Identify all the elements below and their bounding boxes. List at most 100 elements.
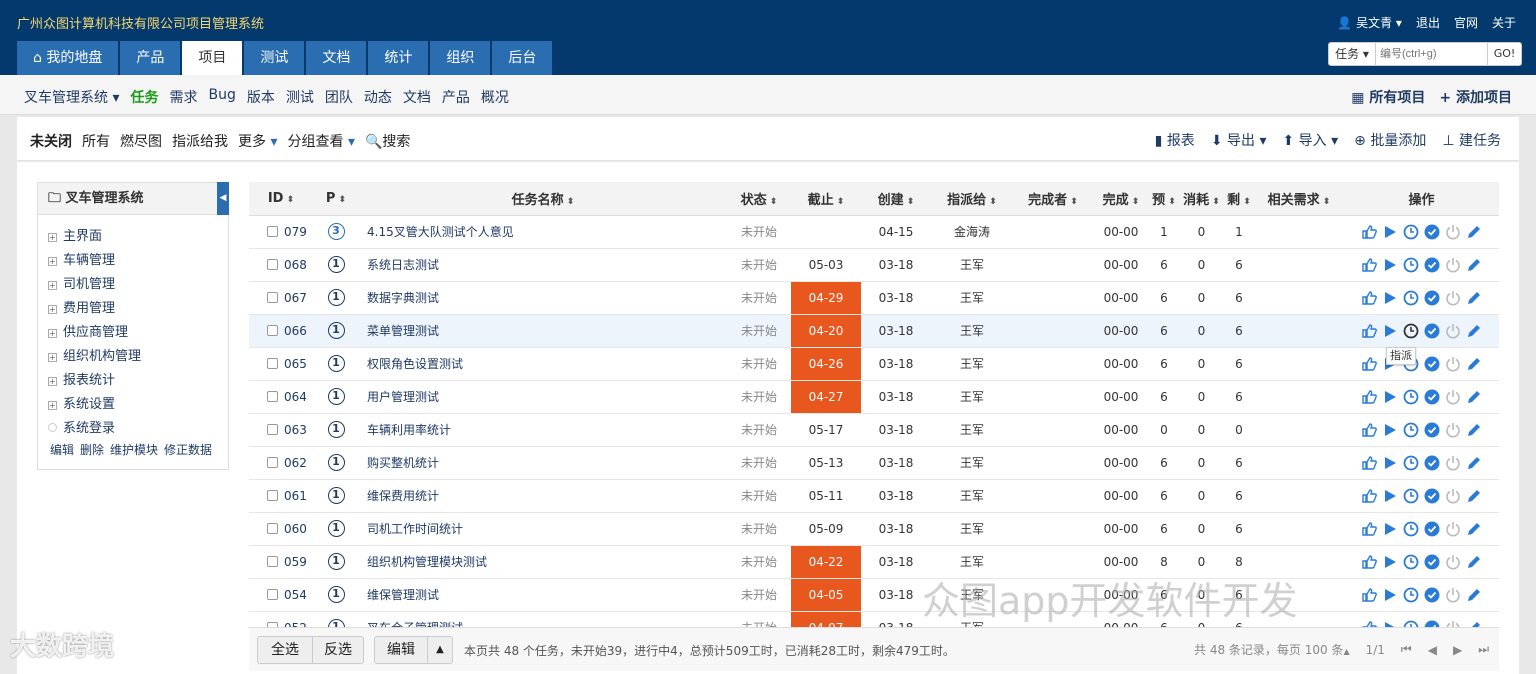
- table-row[interactable]: 062 1 购买整机统计 未开始 05-13 03-18 王军 00-00 6 0 6: [249, 446, 1499, 480]
- record-clock-icon[interactable]: [1403, 422, 1419, 438]
- expand-icon[interactable]: +: [48, 257, 57, 266]
- burndown-link[interactable]: 燃尽图: [120, 131, 162, 151]
- edit-pencil-icon[interactable]: [1466, 356, 1482, 372]
- column-header-consumed[interactable]: 消耗 ⬍: [1179, 182, 1224, 216]
- expand-icon[interactable]: +: [48, 353, 57, 362]
- project-switcher[interactable]: 叉车管理系统 ▾: [24, 87, 119, 107]
- row-checkbox[interactable]: [267, 258, 278, 270]
- task-id-link[interactable]: 067: [284, 291, 307, 305]
- table-row[interactable]: 066 1 菜单管理测试 未开始 04-20 03-18 王军 00-00 6 0 6: [249, 314, 1499, 348]
- table-row[interactable]: 063 1 车辆利用率统计 未开始 05-17 03-18 王军 00-00 0 0 0: [249, 413, 1499, 447]
- main-nav-project[interactable]: 项目: [182, 41, 243, 75]
- assign-thumb-icon[interactable]: [1361, 257, 1377, 273]
- table-row[interactable]: 067 1 数据字典测试 未开始 04-29 03-18 王军 00-00 6 0 6: [249, 281, 1499, 315]
- row-checkbox[interactable]: [267, 555, 278, 567]
- column-header-id[interactable]: ID ⬍: [249, 182, 313, 216]
- close-power-icon[interactable]: [1445, 257, 1461, 273]
- edit-pencil-icon[interactable]: [1466, 224, 1482, 240]
- delete-module-link[interactable]: 删除: [80, 441, 104, 458]
- main-nav-admin[interactable]: 后台: [492, 41, 553, 75]
- main-nav-doc[interactable]: 文档: [306, 41, 367, 75]
- column-header-deadline[interactable]: 截止 ⬍: [791, 182, 861, 216]
- collapse-sidebar-icon[interactable]: ◀: [217, 182, 229, 215]
- last-page-icon[interactable]: ⏭: [1478, 642, 1489, 657]
- subnav-bug[interactable]: Bug: [208, 87, 235, 107]
- row-checkbox[interactable]: [267, 588, 278, 600]
- batch-edit-dropdown[interactable]: ▲: [427, 636, 453, 664]
- next-page-icon[interactable]: ▶: [1453, 643, 1462, 657]
- maintain-module-link[interactable]: 维护模块: [110, 441, 158, 458]
- table-row[interactable]: 065 1 权限角色设置测试 未开始 04-26 03-18 王军 00-00 6 0 6: [249, 347, 1499, 381]
- edit-pencil-icon[interactable]: [1466, 389, 1482, 405]
- table-row[interactable]: 059 1 组织机构管理模块测试 未开始 04-22 03-18 王军 00-00 8 0 8: [249, 545, 1499, 579]
- start-play-icon[interactable]: [1382, 587, 1398, 603]
- about-link[interactable]: 关于: [1492, 14, 1516, 31]
- edit-pencil-icon[interactable]: [1466, 554, 1482, 570]
- subnav-dynamic[interactable]: 动态: [364, 87, 392, 107]
- main-nav-test[interactable]: 测试: [244, 41, 305, 75]
- start-play-icon[interactable]: [1382, 323, 1398, 339]
- module-item[interactable]: + 费用管理: [48, 297, 228, 321]
- subnav-view[interactable]: 概况: [481, 87, 509, 107]
- invert-selection-button[interactable]: 反选: [312, 636, 364, 664]
- expand-icon[interactable]: +: [48, 233, 57, 242]
- task-id-link[interactable]: 063: [284, 423, 307, 437]
- task-name-link[interactable]: 司机工作时间统计: [359, 512, 727, 546]
- column-header-assigned[interactable]: 指派给 ⬍: [931, 182, 1013, 216]
- finish-check-icon[interactable]: [1424, 290, 1440, 306]
- task-name-link[interactable]: 购买整机统计: [359, 446, 727, 480]
- create-task-button[interactable]: ⊥ 建任务: [1442, 130, 1501, 150]
- finish-check-icon[interactable]: [1424, 224, 1440, 240]
- expand-icon[interactable]: +: [48, 305, 57, 314]
- row-checkbox[interactable]: [267, 522, 278, 534]
- start-play-icon[interactable]: [1382, 455, 1398, 471]
- column-header-left[interactable]: 剩 ⬍: [1224, 182, 1254, 216]
- main-nav-product[interactable]: 产品: [120, 41, 181, 75]
- task-name-link[interactable]: 权限角色设置测试: [359, 347, 727, 381]
- close-power-icon[interactable]: [1445, 587, 1461, 603]
- start-play-icon[interactable]: [1382, 257, 1398, 273]
- search-go-button[interactable]: GO!: [1488, 42, 1522, 66]
- row-checkbox[interactable]: [267, 456, 278, 468]
- task-name-link[interactable]: 车辆利用率统计: [359, 413, 727, 447]
- logout-link[interactable]: 退出: [1416, 14, 1440, 31]
- expand-icon[interactable]: +: [48, 377, 57, 386]
- search-type-select[interactable]: 任务 ▾: [1328, 42, 1376, 66]
- expand-icon[interactable]: +: [48, 329, 57, 338]
- start-play-icon[interactable]: [1382, 224, 1398, 240]
- close-power-icon[interactable]: [1445, 422, 1461, 438]
- table-row[interactable]: 060 1 司机工作时间统计 未开始 05-09 03-18 王军 00-00 6 0 6: [249, 512, 1499, 546]
- task-id-link[interactable]: 065: [284, 357, 307, 371]
- task-id-link[interactable]: 066: [284, 324, 307, 338]
- close-power-icon[interactable]: [1445, 521, 1461, 537]
- close-power-icon[interactable]: [1445, 224, 1461, 240]
- task-id-link[interactable]: 060: [284, 522, 307, 536]
- close-power-icon[interactable]: [1445, 488, 1461, 504]
- column-header-finisher[interactable]: 完成者 ⬍: [1013, 182, 1093, 216]
- assign-thumb-icon[interactable]: [1361, 290, 1377, 306]
- finish-check-icon[interactable]: [1424, 587, 1440, 603]
- task-id-link[interactable]: 062: [284, 456, 307, 470]
- task-id-link[interactable]: 054: [284, 588, 307, 602]
- assign-thumb-icon[interactable]: [1361, 587, 1377, 603]
- assign-thumb-icon[interactable]: [1361, 422, 1377, 438]
- subnav-test[interactable]: 测试: [286, 87, 314, 107]
- start-play-icon[interactable]: [1382, 521, 1398, 537]
- module-item[interactable]: + 车辆管理: [48, 249, 228, 273]
- group-view-menu[interactable]: 分组查看 ▾: [287, 131, 354, 151]
- expand-icon[interactable]: +: [48, 281, 57, 290]
- task-name-link[interactable]: 维保费用统计: [359, 479, 727, 513]
- edit-pencil-icon[interactable]: [1466, 323, 1482, 339]
- subnav-story[interactable]: 需求: [169, 87, 197, 107]
- record-clock-icon[interactable]: [1403, 323, 1419, 339]
- task-id-link[interactable]: 064: [284, 390, 307, 404]
- start-play-icon[interactable]: [1382, 290, 1398, 306]
- task-name-link[interactable]: 维保管理测试: [359, 578, 727, 612]
- filter-assigned-to-me[interactable]: 指派给我: [172, 131, 228, 151]
- column-header-priority[interactable]: P ⬍: [313, 182, 359, 216]
- task-id-link[interactable]: 061: [284, 489, 307, 503]
- search-input[interactable]: [1376, 42, 1488, 66]
- task-name-link[interactable]: 数据字典测试: [359, 281, 727, 315]
- import-button[interactable]: ⬆ 导入 ▾: [1282, 130, 1338, 150]
- assign-thumb-icon[interactable]: [1361, 389, 1377, 405]
